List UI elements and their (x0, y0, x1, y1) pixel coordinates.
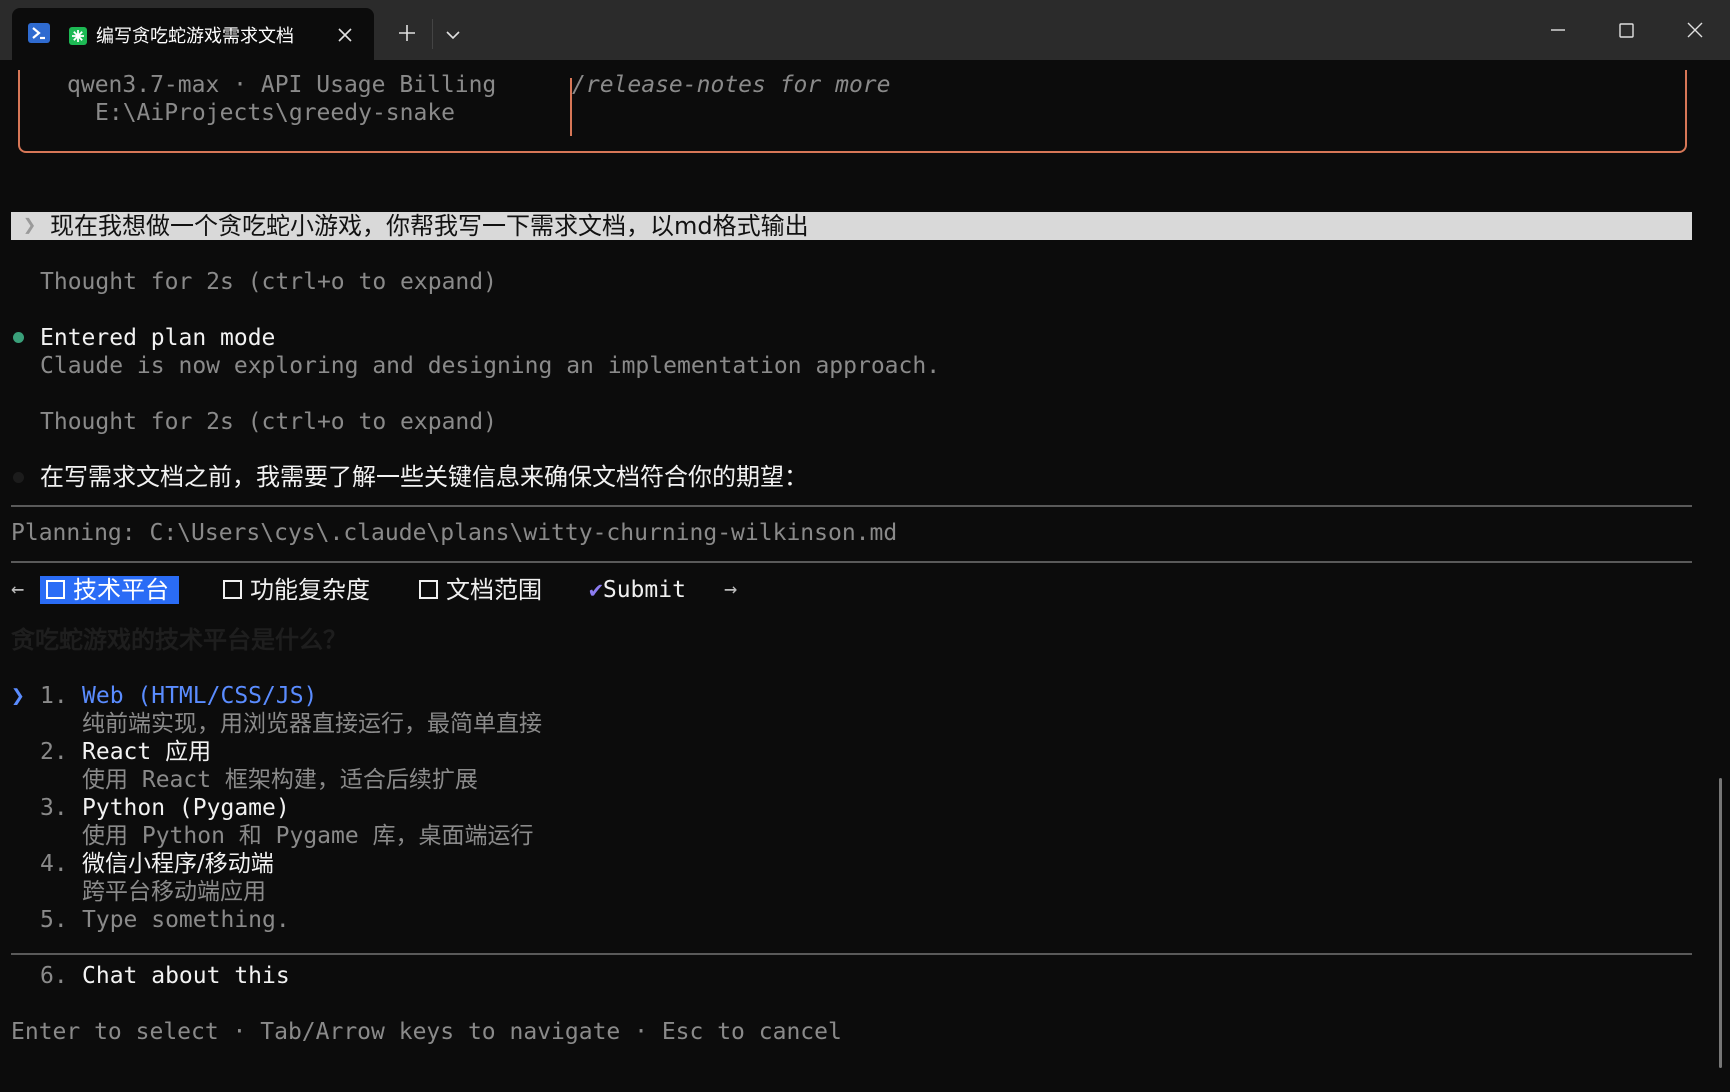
tab-right-arrow-icon[interactable]: → (724, 576, 737, 604)
plan-mode-title: Entered plan mode (40, 325, 276, 351)
option-number: 5. (40, 907, 68, 933)
assistant-message: 在写需求文档之前，我需要了解一些关键信息来确保文档符合你的期望： (40, 463, 808, 491)
maximize-icon[interactable] (1612, 16, 1640, 44)
tab-label: 技术平台 (73, 576, 169, 604)
option-description: 使用 React 框架构建，适合后续扩展 (82, 767, 478, 793)
terminal-tab[interactable]: 编写贪吃蛇游戏需求文档 (12, 8, 374, 60)
scrollbar[interactable] (1719, 778, 1722, 1068)
option-number: 1. (40, 683, 68, 709)
option-label: Type something. (82, 907, 290, 933)
plan-mode-description: Claude is now exploring and designing an… (40, 353, 941, 379)
tab-feature-complexity[interactable]: 功能复杂度 (223, 576, 370, 604)
option-description: 使用 Python 和 Pygame 库，桌面端运行 (82, 823, 534, 849)
project-path-line: E:\AiProjects\greedy-snake (95, 100, 456, 126)
option-label: React 应用 (82, 739, 212, 765)
option-label: 微信小程序/移动端 (82, 851, 274, 877)
thought-line-1[interactable]: Thought for 2s (ctrl+o to expand) (40, 268, 497, 296)
tab-label: 文档范围 (446, 576, 542, 604)
status-bullet (13, 332, 24, 343)
option-label: Python (Pygame) (82, 795, 290, 821)
tab-close-icon[interactable] (334, 24, 356, 46)
divider-top (11, 505, 1692, 507)
tab-doc-scope[interactable]: 文档范围 (419, 576, 542, 604)
selection-cursor-icon: ❯ (11, 683, 25, 709)
question-text: 贪吃蛇游戏的技术平台是什么？ (11, 626, 347, 654)
option-label: Web (HTML/CSS/JS) (82, 683, 318, 709)
window-close-icon[interactable] (1681, 16, 1709, 44)
option-description: 纯前端实现，用浏览器直接运行，最简单直接 (82, 711, 542, 737)
option-number: 2. (40, 739, 68, 765)
divider-mid (11, 561, 1692, 563)
check-icon: ✔ (589, 577, 603, 603)
minimize-icon[interactable] (1544, 16, 1572, 44)
new-tab-plus-icon[interactable] (396, 22, 418, 44)
prompt-chevron: ❯ (23, 213, 37, 238)
option-number: 4. (40, 851, 68, 877)
powershell-icon (28, 23, 50, 43)
footer-hint: Enter to select · Tab/Arrow keys to navi… (11, 1019, 842, 1045)
checkbox-icon (223, 580, 242, 599)
submit-label: Submit (602, 577, 686, 603)
message-bullet (13, 472, 24, 483)
checkbox-icon (419, 580, 438, 599)
option-number: 6. (40, 963, 68, 989)
option-number: 3. (40, 795, 68, 821)
tab-separator (432, 19, 433, 49)
user-prompt-text: 现在我想做一个贪吃蛇小游戏，你帮我写一下需求文档，以md格式输出 (50, 212, 809, 240)
tab-label: 功能复杂度 (250, 576, 370, 604)
model-billing-line: qwen3.7-max · API Usage Billing (67, 72, 497, 98)
tab-title: 编写贪吃蛇游戏需求文档 (96, 26, 294, 47)
user-prompt-bar: ❯ 现在我想做一个贪吃蛇小游戏，你帮我写一下需求文档，以md格式输出 (11, 212, 1692, 240)
spark-icon (69, 27, 87, 45)
option-description: 跨平台移动端应用 (82, 879, 266, 905)
title-bar: 编写贪吃蛇游戏需求文档 (0, 0, 1730, 60)
checkbox-icon (46, 580, 65, 599)
submit-button[interactable]: ✔Submit (589, 576, 686, 604)
chevron-down-icon[interactable] (443, 25, 463, 45)
tab-tech-platform[interactable]: 技术平台 (40, 576, 179, 604)
thought-line-2[interactable]: Thought for 2s (ctrl+o to expand) (40, 408, 497, 436)
tab-left-arrow-icon[interactable]: ← (11, 576, 24, 604)
planning-path: Planning: C:\Users\cys\.claude\plans\wit… (11, 520, 898, 546)
terminal-area[interactable]: qwen3.7-max · API Usage Billing E:\AiPro… (0, 60, 1730, 1092)
option-label: Chat about this (82, 963, 290, 989)
release-notes-hint: /release-notes for more (572, 72, 891, 98)
divider-bottom (11, 953, 1692, 955)
